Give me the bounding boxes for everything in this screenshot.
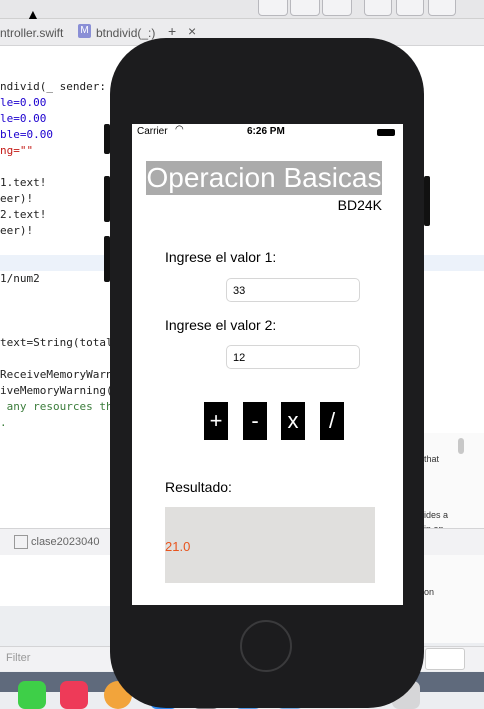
method-tab[interactable]: btndivid(_:) xyxy=(96,26,155,40)
result-value: 21.0 xyxy=(165,539,191,554)
method-badge: M xyxy=(78,24,91,38)
code-line: 1.text! xyxy=(0,176,47,189)
filter-field[interactable] xyxy=(425,648,465,670)
scrollbar[interactable] xyxy=(458,438,464,454)
filter-input[interactable]: Filter xyxy=(6,652,30,664)
value2-label: Ingrese el valor 2: xyxy=(165,317,277,333)
page-title: Operacion Basicas xyxy=(146,161,382,195)
toolbar-button-2[interactable] xyxy=(290,0,320,16)
code-line: le=0.00 xyxy=(0,96,47,109)
code-line: 1/num2 xyxy=(0,272,40,285)
scheme-icon xyxy=(14,535,28,549)
code-line: iveMemoryWarning( xyxy=(0,384,113,397)
wifi-icon: ◠ xyxy=(175,124,184,135)
inspector-text: on xyxy=(424,587,435,597)
code-line: text=String(total xyxy=(0,336,113,349)
page-subtitle: BD24K xyxy=(337,197,382,213)
file-tab[interactable]: ntroller.swift xyxy=(0,26,63,40)
xcode-toolbar: ▲ xyxy=(0,0,484,22)
code-line: le=0.00 xyxy=(0,112,47,125)
divide-button[interactable]: / xyxy=(320,402,344,440)
toolbar-button-1[interactable] xyxy=(258,0,288,16)
multiply-button[interactable]: x xyxy=(281,402,305,440)
code-line: ng="" xyxy=(0,144,34,157)
result-box xyxy=(165,507,375,583)
code-line: any resources th xyxy=(0,400,113,413)
code-line: 2.text! xyxy=(0,208,47,221)
inspector-text: that xyxy=(424,454,440,464)
subtract-button[interactable]: - xyxy=(243,402,267,440)
toolbar-button-4[interactable] xyxy=(364,0,392,16)
power-button xyxy=(424,176,430,226)
toolbar-button-5[interactable] xyxy=(396,0,424,16)
battery-icon xyxy=(377,129,395,136)
value1-label: Ingrese el valor 1: xyxy=(165,249,277,265)
carrier-label: Carrier xyxy=(137,126,168,137)
scheme-label[interactable]: clase2023040 xyxy=(31,536,100,548)
add-button[interactable]: + xyxy=(204,402,228,440)
home-button[interactable] xyxy=(240,620,292,672)
code-line: eer)! xyxy=(0,224,34,237)
code-line: ble=0.00 xyxy=(0,128,53,141)
inspector-text: ides a xyxy=(424,510,449,520)
value2-input[interactable]: 12 xyxy=(226,345,360,369)
result-label: Resultado: xyxy=(165,479,232,495)
music-icon[interactable] xyxy=(60,681,88,709)
add-tab-icon[interactable]: + xyxy=(168,23,176,39)
status-time: 6:26 PM xyxy=(247,126,285,137)
close-tab-icon[interactable]: × xyxy=(188,23,196,39)
value1-input[interactable]: 33 xyxy=(226,278,360,302)
code-line: ndivid(_ sender: xyxy=(0,80,106,93)
toolbar-button-6[interactable] xyxy=(428,0,456,16)
messages-icon[interactable] xyxy=(18,681,46,709)
code-line: . xyxy=(0,416,7,429)
code-line: eer)! xyxy=(0,192,34,205)
toolbar-button-3[interactable] xyxy=(322,0,352,16)
code-line: ReceiveMemoryWarn xyxy=(0,368,113,381)
